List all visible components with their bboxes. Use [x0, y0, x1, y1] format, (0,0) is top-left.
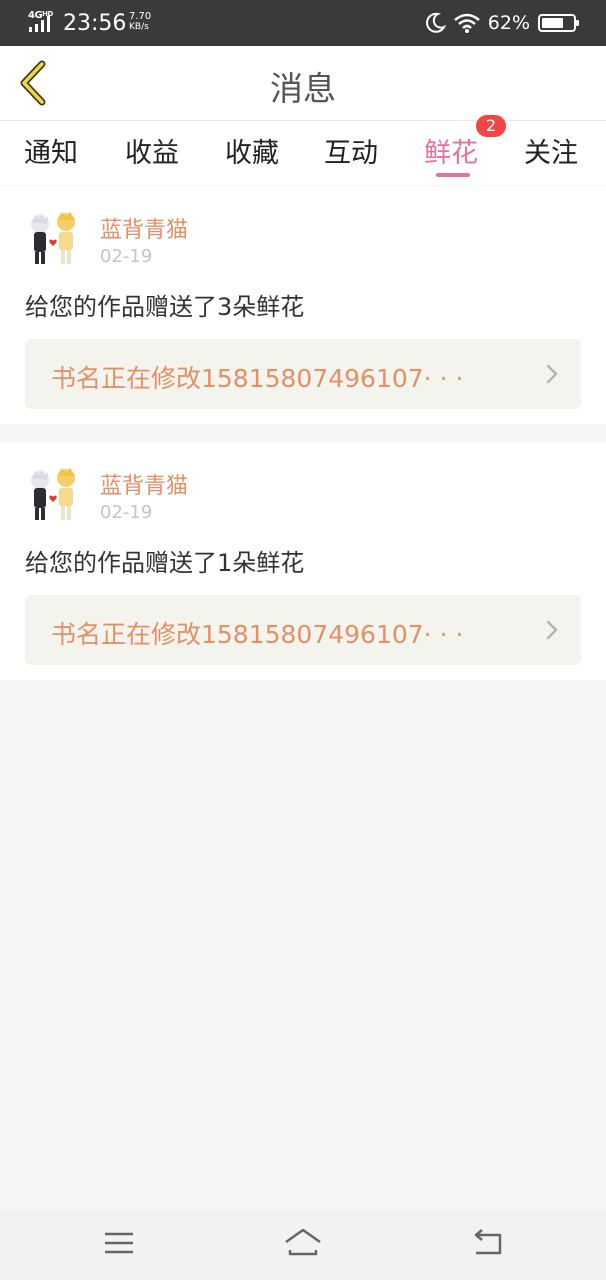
wifi-icon: [453, 13, 480, 33]
active-tab-indicator: [436, 173, 470, 177]
work-title: 书名正在修改15815807496107· · ·: [51, 364, 464, 393]
message-text: 给您的作品赠送了3朵鲜花: [25, 293, 305, 321]
clock: 23:56: [63, 11, 127, 36]
status-bar: 4GHD 23:56 7.70 KB/s 62%: [0, 0, 606, 46]
status-right: 62%: [424, 11, 580, 35]
battery-percent: 62%: [487, 12, 530, 34]
message-date: 02-19: [100, 246, 153, 267]
sender-name[interactable]: 蓝背青猫: [100, 468, 188, 500]
work-link[interactable]: 书名正在修改15815807496107· · ·: [25, 339, 581, 409]
tab-interactions[interactable]: 互动: [324, 131, 378, 170]
chevron-right-icon: [546, 364, 558, 384]
avatar[interactable]: [24, 208, 84, 268]
tab-bar: 通知 收益 收藏 互动 鲜花 2 关注: [0, 115, 606, 185]
tab-earnings[interactable]: 收益: [125, 131, 179, 170]
work-title: 书名正在修改15815807496107· · ·: [51, 620, 464, 649]
battery-icon: [538, 14, 579, 32]
sender-name[interactable]: 蓝背青猫: [100, 212, 188, 244]
work-link[interactable]: 书名正在修改15815807496107· · ·: [25, 595, 581, 665]
message-text: 给您的作品赠送了1朵鲜花: [25, 549, 305, 577]
message-card: 蓝背青猫 02-19 给您的作品赠送了3朵鲜花 书名正在修改1581580749…: [0, 186, 606, 424]
menu-icon[interactable]: [99, 1226, 139, 1260]
chevron-right-icon: [546, 620, 558, 640]
message-date: 02-19: [100, 502, 153, 523]
moon-icon: [425, 12, 446, 33]
flowers-badge: 2: [476, 115, 506, 137]
network-type: 4GHD: [28, 10, 53, 21]
net-speed: 7.70 KB/s: [129, 11, 152, 33]
system-nav-bar: [0, 1210, 606, 1280]
avatar[interactable]: [24, 464, 84, 524]
message-card: 蓝背青猫 02-19 给您的作品赠送了1朵鲜花 书名正在修改1581580749…: [0, 442, 606, 680]
tab-follows[interactable]: 关注: [524, 131, 578, 170]
tab-flowers[interactable]: 鲜花: [424, 131, 478, 170]
home-icon[interactable]: [283, 1226, 323, 1260]
app-header: 消息: [0, 46, 606, 121]
tab-favorites[interactable]: 收藏: [225, 131, 279, 170]
page-title: 消息: [270, 69, 336, 108]
tab-notifications[interactable]: 通知: [24, 131, 78, 170]
back-icon[interactable]: [468, 1226, 508, 1260]
